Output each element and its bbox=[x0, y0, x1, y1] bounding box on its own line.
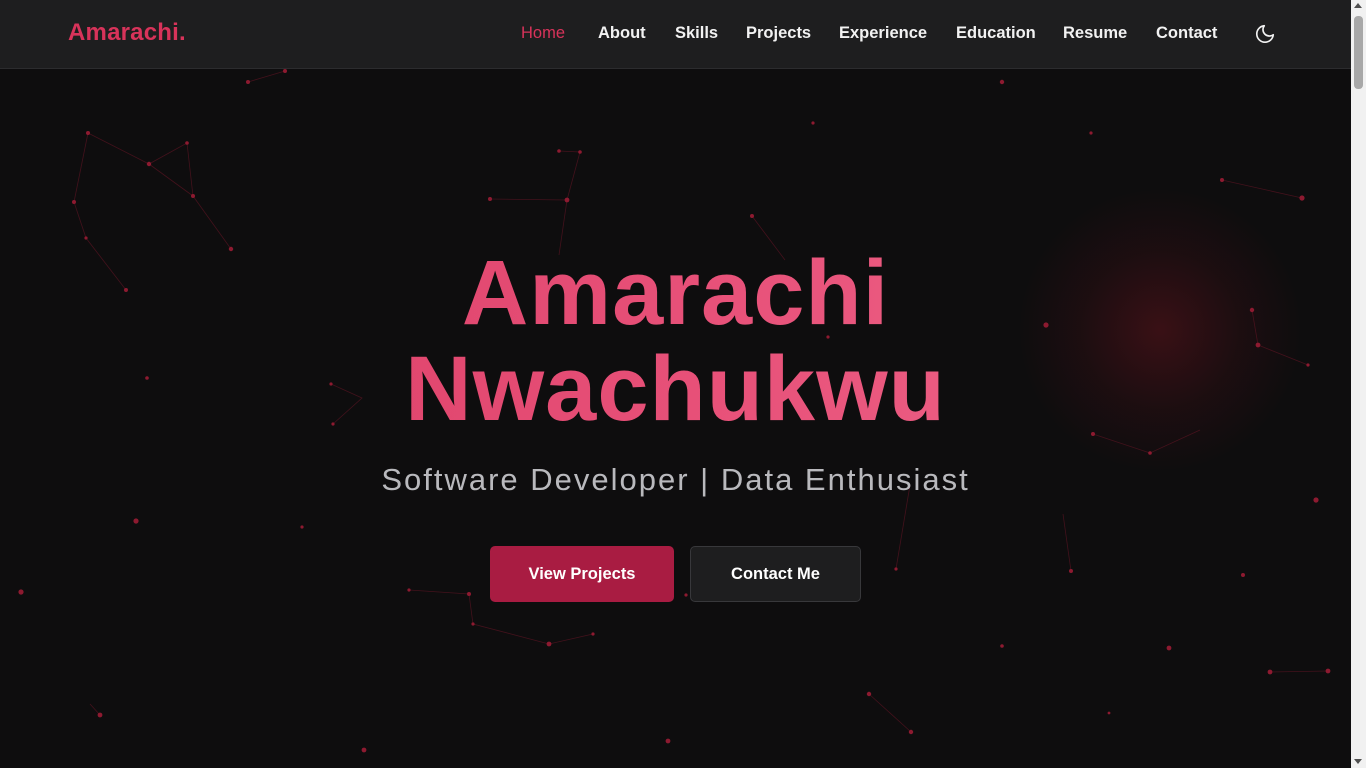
nav-item-home[interactable]: Home bbox=[521, 24, 565, 43]
nav-item-experience[interactable]: Experience bbox=[839, 24, 927, 43]
nav-item-projects[interactable]: Projects bbox=[746, 24, 811, 43]
nav-item-about[interactable]: About bbox=[598, 24, 646, 43]
page-scrollbar[interactable] bbox=[1351, 0, 1366, 768]
contact-me-button[interactable]: Contact Me bbox=[690, 546, 861, 602]
hero-first-name: Amarachi bbox=[0, 245, 1351, 341]
nav-menu: Home About Skills Projects Experience Ed… bbox=[0, 24, 1351, 46]
scroll-down-arrow-icon[interactable] bbox=[1354, 759, 1362, 764]
nav-item-skills[interactable]: Skills bbox=[675, 24, 718, 43]
portfolio-page: Amarachi. Home About Skills Projects Exp… bbox=[0, 0, 1351, 768]
scroll-up-arrow-icon[interactable] bbox=[1354, 3, 1362, 8]
nav-item-education[interactable]: Education bbox=[956, 24, 1036, 43]
top-navbar: Amarachi. Home About Skills Projects Exp… bbox=[0, 0, 1351, 69]
nav-item-contact[interactable]: Contact bbox=[1156, 24, 1217, 43]
hero-tagline: Software Developer | Data Enthusiast bbox=[381, 462, 970, 497]
nav-item-resume[interactable]: Resume bbox=[1063, 24, 1127, 43]
moon-icon[interactable] bbox=[1254, 23, 1276, 45]
hero-section: Amarachi Nwachukwu Software Developer | … bbox=[0, 69, 1351, 768]
hero-last-name: Nwachukwu bbox=[0, 341, 1351, 437]
view-projects-button[interactable]: View Projects bbox=[490, 546, 674, 602]
scroll-thumb[interactable] bbox=[1354, 16, 1363, 89]
